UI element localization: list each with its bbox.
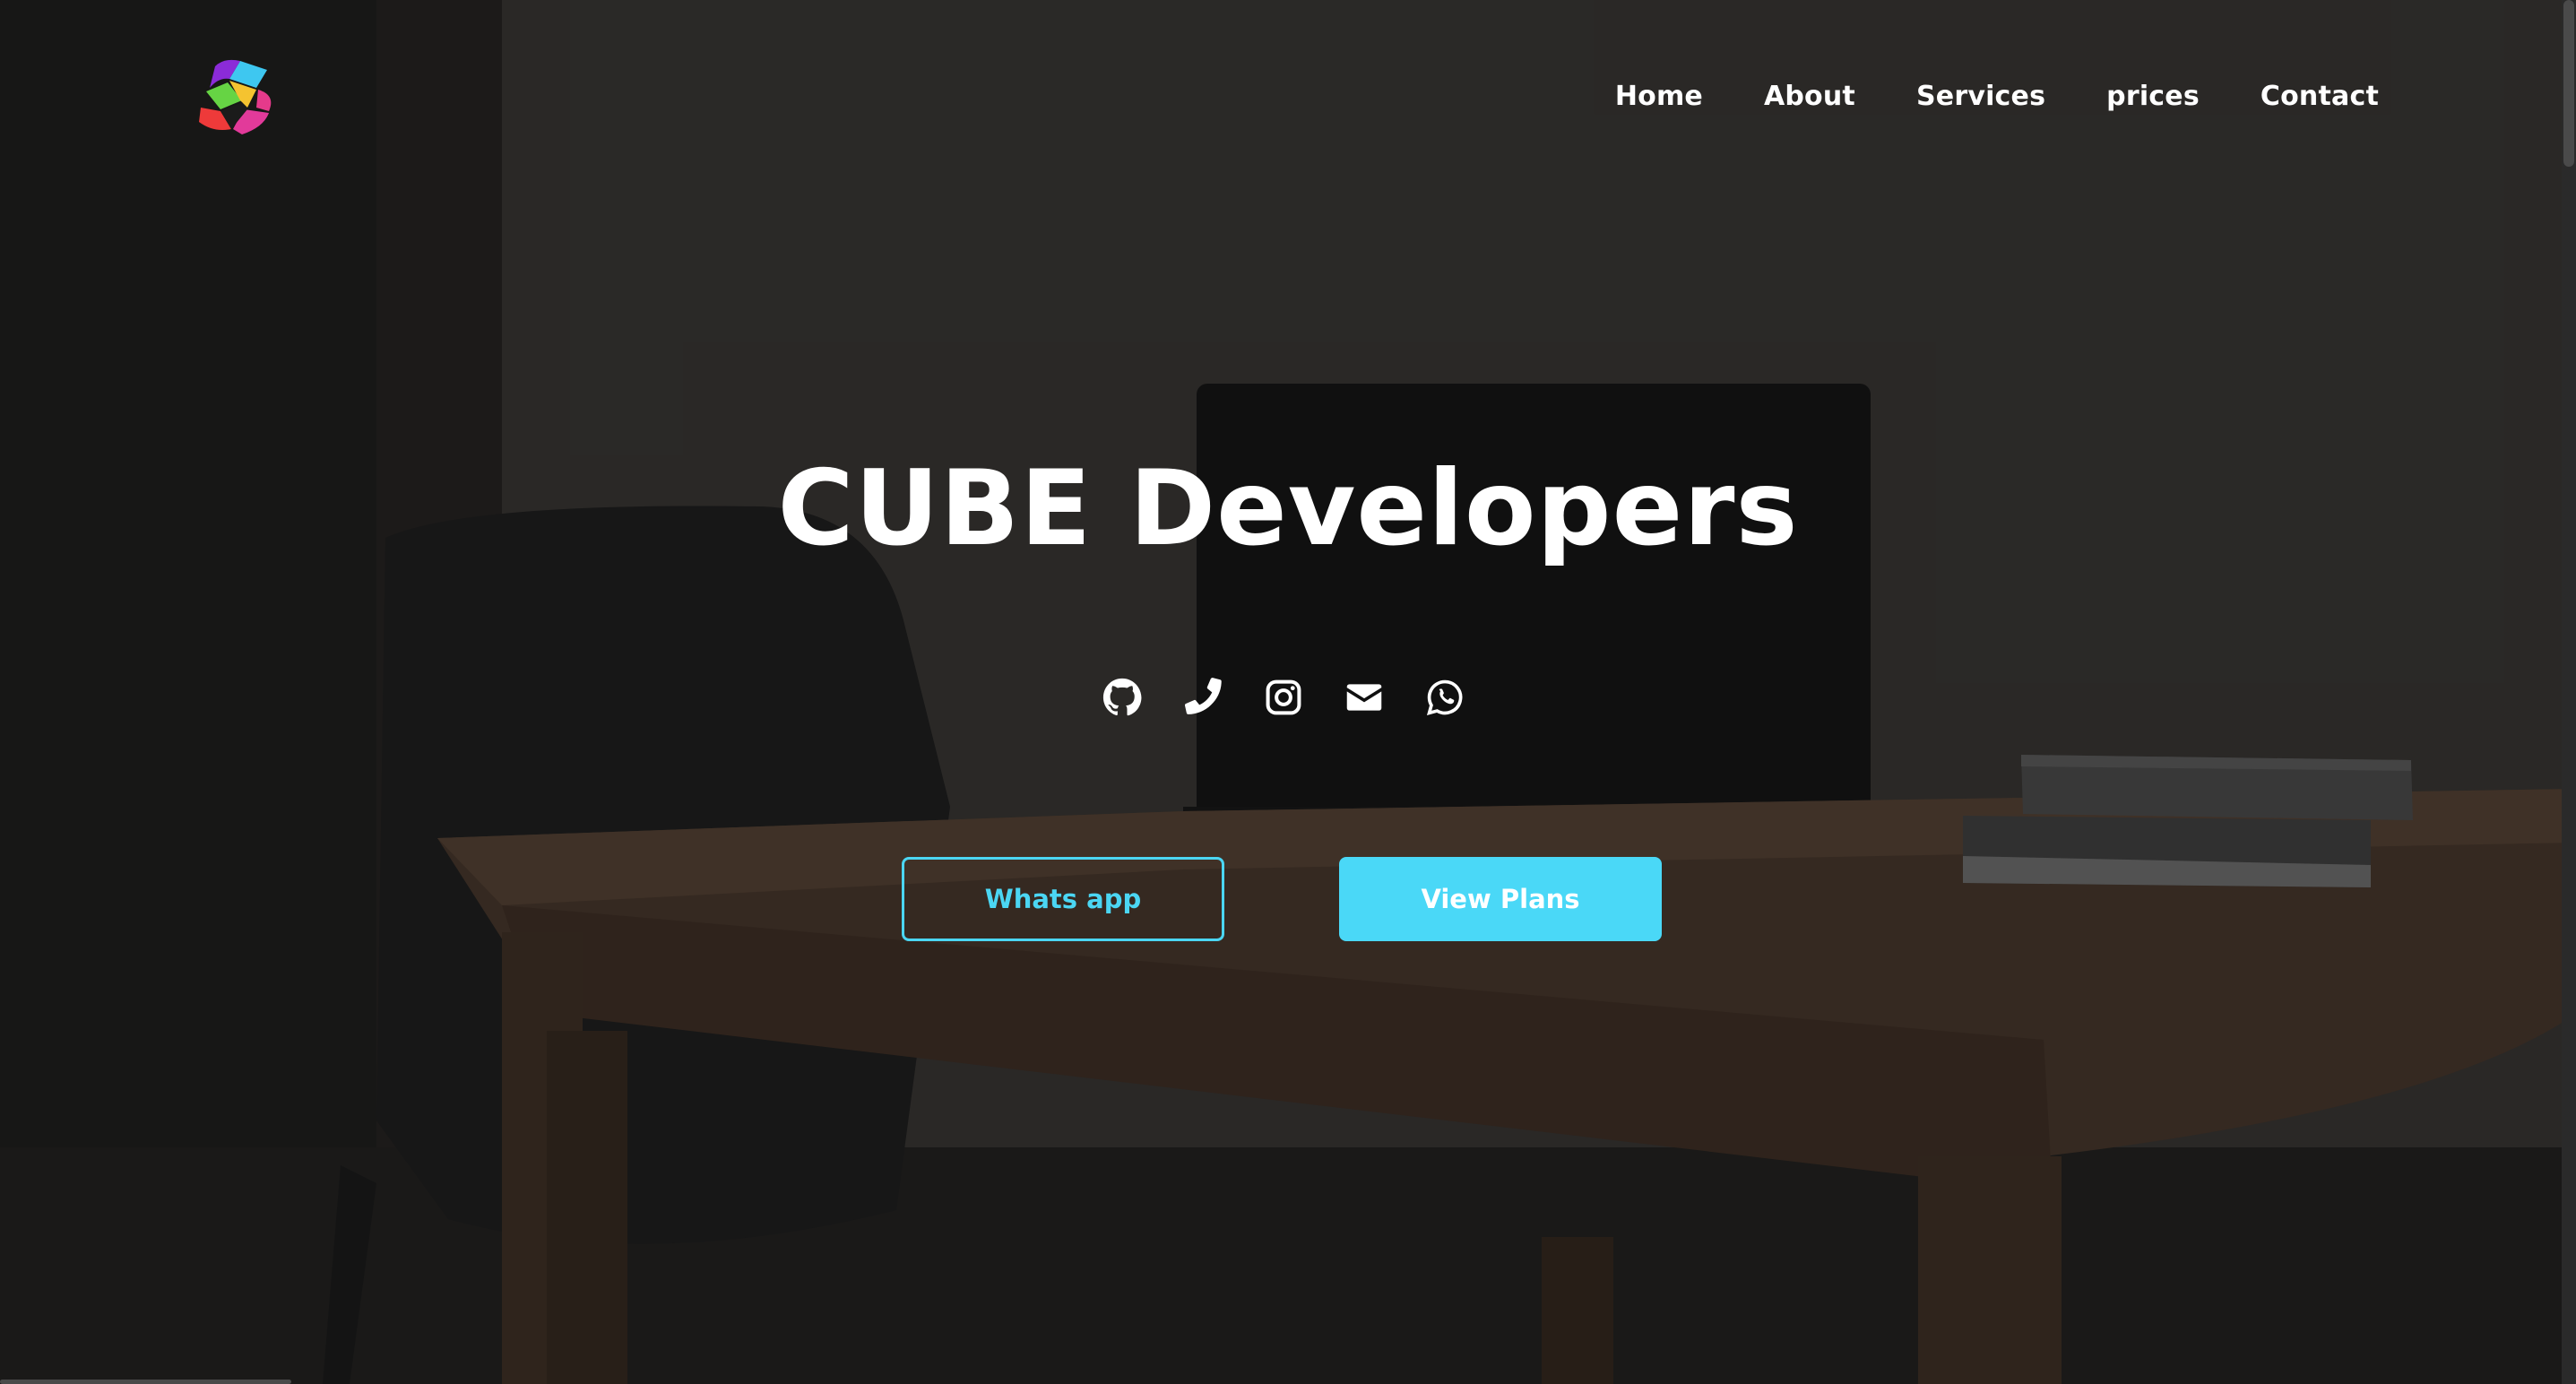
navbar: Home About Services prices Contact [0,0,2576,206]
horizontal-scrollbar-thumb[interactable] [0,1380,291,1384]
nav-about-link[interactable]: About [1764,81,1855,112]
nav-services-link[interactable]: Services [1916,81,2045,112]
hero-section: Home About Services prices Contact CUBE … [0,0,2576,1384]
nav-menu: Home About Services prices Contact [1615,81,2379,112]
view-plans-button[interactable]: View Plans [1339,857,1662,941]
cube-logo[interactable] [188,54,287,143]
github-icon[interactable] [1102,678,1142,717]
vertical-scrollbar[interactable] [2562,0,2576,1384]
nav-prices-link[interactable]: prices [2106,81,2200,112]
whatsapp-button[interactable]: Whats app [902,857,1224,941]
envelope-icon[interactable] [1344,678,1384,717]
page-title: CUBE Developers [777,448,1799,569]
nav-home-link[interactable]: Home [1615,81,1703,112]
whatsapp-icon[interactable] [1425,678,1465,717]
phone-icon[interactable] [1183,678,1223,717]
nav-contact-link[interactable]: Contact [2260,81,2379,112]
scrollbar-thumb[interactable] [2563,0,2574,167]
social-links [1102,678,1465,717]
instagram-icon[interactable] [1264,678,1303,717]
